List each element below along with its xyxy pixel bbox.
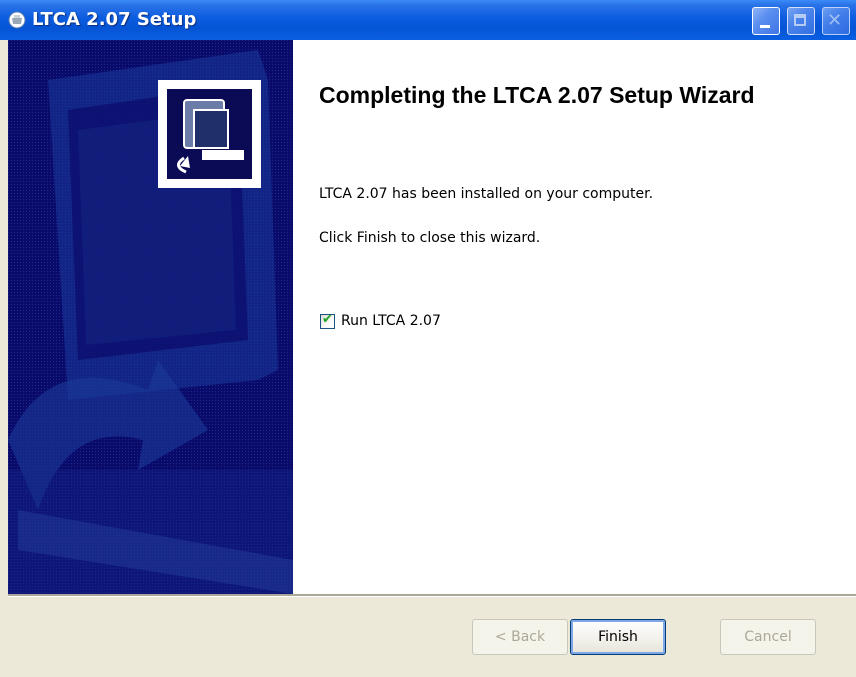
maximize-icon bbox=[794, 14, 806, 26]
finish-instruction: Click Finish to close this wizard. bbox=[319, 230, 541, 246]
wizard-body: Completing the LTCA 2.07 Setup Wizard LT… bbox=[293, 40, 856, 594]
close-button[interactable]: ✕ bbox=[822, 7, 850, 35]
run-app-label[interactable]: Run LTCA 2.07 bbox=[341, 313, 441, 329]
wizard-banner-graphic bbox=[8, 40, 293, 594]
wizard-heading: Completing the LTCA 2.07 Setup Wizard bbox=[319, 82, 755, 108]
setup-shield-icon bbox=[8, 11, 26, 29]
maximize-button[interactable] bbox=[787, 7, 815, 35]
setup-window: LTCA 2.07 Setup ✕ Completing the LTCA 2.… bbox=[0, 0, 856, 677]
close-icon: ✕ bbox=[827, 10, 843, 31]
finish-button[interactable]: Finish bbox=[570, 619, 666, 655]
run-app-option[interactable]: ✔ Run LTCA 2.07 bbox=[320, 311, 441, 331]
title-bar[interactable]: LTCA 2.07 Setup ✕ bbox=[0, 0, 856, 40]
installed-message: LTCA 2.07 has been installed on your com… bbox=[319, 186, 654, 202]
back-button[interactable]: < Back bbox=[472, 619, 568, 655]
footer-divider bbox=[8, 594, 856, 597]
minimize-icon bbox=[760, 25, 770, 28]
window-title: LTCA 2.07 Setup bbox=[32, 9, 197, 30]
wizard-side-banner bbox=[8, 40, 293, 594]
checkmark-icon: ✔ bbox=[322, 311, 333, 327]
run-app-checkbox[interactable]: ✔ bbox=[320, 311, 335, 329]
cancel-button[interactable]: Cancel bbox=[720, 619, 816, 655]
wizard-content: Completing the LTCA 2.07 Setup Wizard LT… bbox=[8, 40, 856, 594]
minimize-button[interactable] bbox=[752, 7, 780, 35]
